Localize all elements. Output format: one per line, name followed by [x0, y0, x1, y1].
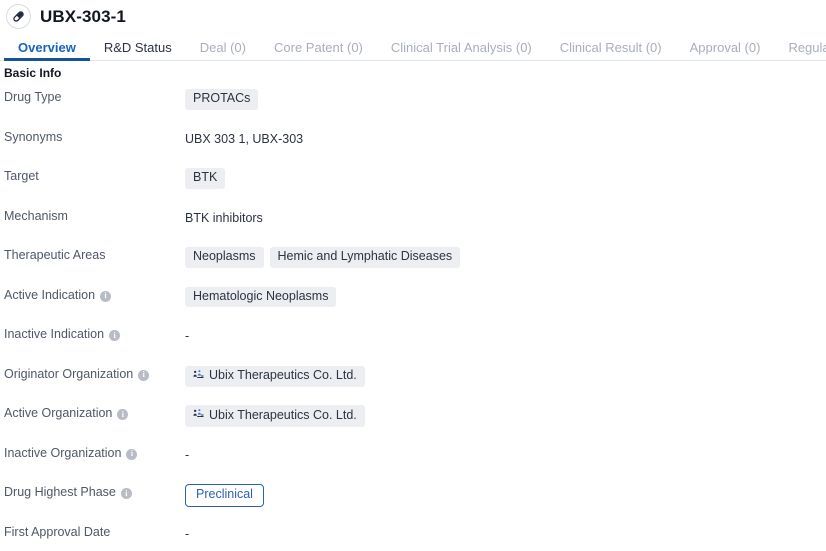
page-header: UBX-303-1 [0, 0, 826, 33]
info-icon[interactable]: i [100, 290, 112, 302]
field-label-active-indication: Active Indication i [0, 284, 185, 303]
tab-bar: Overview R&D Status Deal (0) Core Patent… [0, 33, 826, 61]
field-label-text: Therapeutic Areas [4, 248, 106, 262]
tab-approval[interactable]: Approval (0) [676, 41, 775, 60]
field-label-target: Target [0, 165, 185, 184]
info-icon[interactable]: i [126, 448, 138, 460]
field-label-text: Target [4, 169, 39, 183]
info-icon[interactable]: i [120, 488, 132, 500]
status-badge[interactable]: Preclinical [185, 484, 264, 507]
tab-core-patent[interactable]: Core Patent (0) [260, 41, 377, 60]
field-value-therapeutic-areas: Neoplasms Hemic and Lymphatic Diseases [185, 244, 461, 268]
info-icon[interactable]: i [109, 330, 121, 342]
field-row-synonyms: Synonyms UBX 303 1, UBX-303 [0, 126, 826, 166]
field-row-active-organization: Active Organization i Ubix Therapeutics … [0, 402, 826, 442]
field-value-originator-organization: Ubix Therapeutics Co. Ltd. [185, 363, 365, 388]
drug-overview-page: UBX-303-1 Overview R&D Status Deal (0) C… [0, 0, 826, 551]
tab-clinical-result[interactable]: Clinical Result (0) [546, 41, 676, 60]
section-title-basic-info: Basic Info [4, 66, 62, 80]
mechanism-text: BTK inhibitors [185, 210, 263, 225]
field-value-target: BTK [185, 165, 226, 189]
field-label-therapeutic-areas: Therapeutic Areas [0, 244, 185, 263]
tab-deal[interactable]: Deal (0) [186, 41, 260, 60]
field-label-first-approval-date: First Approval Date [0, 521, 185, 540]
field-label-text: Drug Type [4, 90, 62, 104]
field-label-drug-highest-phase: Drug Highest Phase i [0, 481, 185, 500]
organization-icon [193, 369, 204, 384]
field-label-text: Mechanism [4, 208, 68, 223]
page-title: UBX-303-1 [40, 7, 126, 26]
field-value-first-approval-date: - [185, 521, 189, 544]
field-label-inactive-organization: Inactive Organization i [0, 442, 185, 461]
field-label-drug-type: Drug Type [0, 86, 185, 105]
chip-drug-type[interactable]: PROTACs [185, 89, 259, 110]
tab-clinical-trial-analysis[interactable]: Clinical Trial Analysis (0) [377, 41, 546, 60]
field-label-inactive-indication: Inactive Indication i [0, 323, 185, 342]
field-value-active-organization: Ubix Therapeutics Co. Ltd. [185, 402, 365, 427]
chip-originator-organization[interactable]: Ubix Therapeutics Co. Ltd. [185, 365, 365, 388]
chip-active-organization[interactable]: Ubix Therapeutics Co. Ltd. [185, 405, 365, 427]
field-label-mechanism: Mechanism [0, 205, 185, 224]
field-row-originator-organization: Originator Organization i Ubix Therapeut… [0, 363, 826, 403]
field-value-active-indication: Hematologic Neoplasms [185, 284, 337, 308]
pill-capsule-icon [6, 4, 31, 29]
inactive-organization-text: - [185, 447, 190, 462]
field-row-therapeutic-areas: Therapeutic Areas Neoplasms Hemic and Ly… [0, 244, 826, 284]
field-row-target: Target BTK [0, 165, 826, 205]
field-label-text: Inactive Organization [4, 445, 122, 460]
tab-regulation[interactable]: Regulation (0) [774, 41, 826, 60]
synonyms-text: UBX 303 1, UBX-303 [185, 131, 304, 146]
field-row-mechanism: Mechanism BTK inhibitors [0, 205, 826, 245]
field-value-drug-highest-phase: Preclinical [185, 481, 264, 507]
inactive-indication-text: - [185, 329, 190, 343]
first-approval-date-text: - [185, 526, 190, 541]
field-row-drug-highest-phase: Drug Highest Phase i Preclinical [0, 481, 826, 521]
field-row-active-indication: Active Indication i Hematologic Neoplasm… [0, 284, 826, 324]
field-label-text: Active Indication [4, 287, 96, 302]
field-row-drug-type: Drug Type PROTACs [0, 86, 826, 126]
field-row-inactive-indication: Inactive Indication i - [0, 323, 826, 363]
field-label-text: Active Organization [4, 406, 113, 420]
info-icon[interactable]: i [138, 369, 150, 381]
field-label-active-organization: Active Organization i [0, 402, 185, 421]
field-label-text: Synonyms [4, 129, 63, 144]
field-label-text: Drug Highest Phase [4, 485, 116, 499]
field-label-text: Originator Organization [4, 366, 134, 381]
tab-overview[interactable]: Overview [4, 41, 90, 61]
field-value-inactive-organization: - [185, 442, 189, 465]
organization-icon [193, 408, 204, 423]
basic-info-fields: Drug Type PROTACs Synonyms UBX 303 1, UB… [0, 79, 826, 551]
field-value-synonyms: UBX 303 1, UBX-303 [185, 126, 303, 150]
chip-therapeutic-area[interactable]: Neoplasms [185, 247, 264, 268]
field-row-inactive-organization: Inactive Organization i - [0, 442, 826, 482]
field-label-synonyms: Synonyms [0, 126, 185, 145]
tab-rd-status[interactable]: R&D Status [90, 41, 186, 60]
field-value-drug-type: PROTACs [185, 86, 259, 110]
field-value-inactive-indication: - [185, 323, 189, 346]
chip-target[interactable]: BTK [185, 168, 226, 189]
field-value-mechanism: BTK inhibitors [185, 205, 263, 229]
field-row-first-approval-date: First Approval Date - [0, 521, 826, 551]
chip-therapeutic-area[interactable]: Hemic and Lymphatic Diseases [269, 247, 461, 268]
field-label-originator-organization: Originator Organization i [0, 363, 185, 382]
info-icon[interactable]: i [117, 409, 129, 421]
field-label-text: First Approval Date [4, 524, 111, 539]
chip-label: Ubix Therapeutics Co. Ltd. [209, 407, 357, 422]
chip-label: Ubix Therapeutics Co. Ltd. [209, 368, 357, 382]
chip-active-indication[interactable]: Hematologic Neoplasms [185, 286, 337, 308]
field-label-text: Inactive Indication [4, 327, 105, 341]
